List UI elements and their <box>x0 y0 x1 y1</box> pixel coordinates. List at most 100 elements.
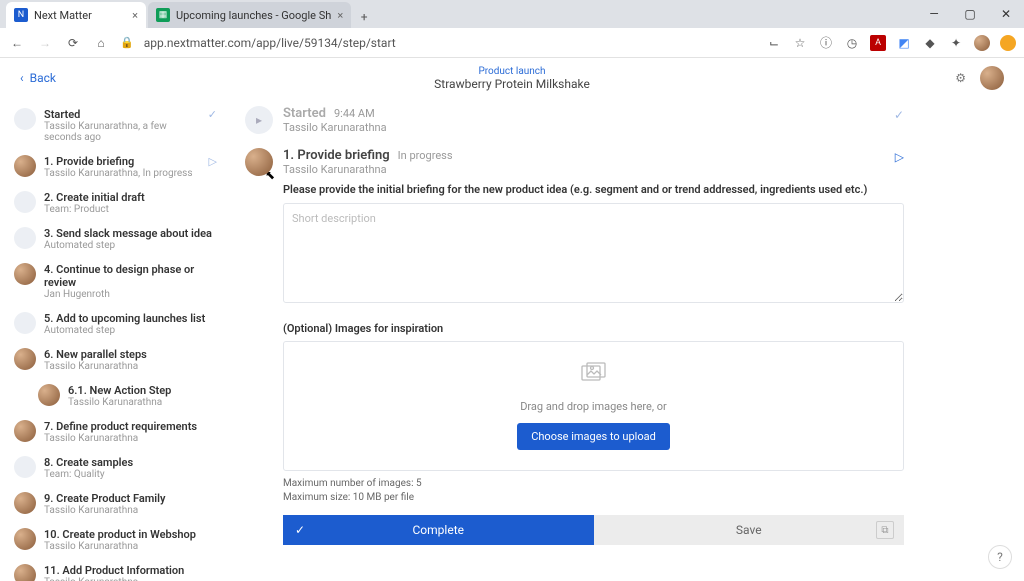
step-icon <box>14 227 36 249</box>
step-list: StartedTassilo Karunarathna, a few secon… <box>0 98 225 581</box>
close-icon[interactable]: × <box>132 9 138 22</box>
current-who: Tassilo Karunarathna <box>283 163 904 176</box>
current-title: 1. Provide briefing <box>283 148 390 163</box>
sidebar-step[interactable]: 10. Create product in WebshopTassilo Kar… <box>10 522 221 558</box>
assignee-avatar <box>14 528 36 550</box>
sidebar-step[interactable]: 6. New parallel stepsTassilo Karunarathn… <box>10 342 221 378</box>
new-tab-button[interactable]: + <box>353 6 375 28</box>
step-subtitle: Tassilo Karunarathna <box>44 541 217 552</box>
step-subtitle: Automated step <box>44 325 217 336</box>
step-title: 7. Define product requirements <box>44 420 217 433</box>
assignee-avatar <box>245 148 273 176</box>
step-title: 1. Provide briefing <box>44 155 201 168</box>
save-button[interactable]: Save ⧉ <box>594 515 905 545</box>
play-outline-icon: ▷ <box>209 155 217 168</box>
sidebar-step[interactable]: 7. Define product requirementsTassilo Ka… <box>10 414 221 450</box>
choose-images-button[interactable]: Choose images to upload <box>517 423 670 450</box>
step-title: 5. Add to upcoming launches list <box>44 312 217 325</box>
started-title: Started <box>283 106 326 121</box>
step-title: 10. Create product in Webshop <box>44 528 217 541</box>
dropzone-text: Drag and drop images here, or <box>520 400 667 413</box>
sidebar-step[interactable]: 11. Add Product InformationTassilo Karun… <box>10 558 221 581</box>
profile-icon[interactable] <box>974 35 990 51</box>
limit-count: Maximum number of images: 5 <box>283 477 904 491</box>
sidebar-step[interactable]: 8. Create samplesTeam: Quality <box>10 450 221 486</box>
step-title: Started <box>44 108 200 121</box>
sidebar-step[interactable]: 4. Continue to design phase or reviewJan… <box>10 257 221 306</box>
sidebar-step[interactable]: 6.1. New Action StepTassilo Karunarathna <box>10 378 221 414</box>
step-title: 3. Send slack message about idea <box>44 227 217 240</box>
ext-icon[interactable]: ◆ <box>922 35 938 51</box>
play-icon: ▸ <box>245 106 273 134</box>
description-input[interactable] <box>283 203 904 303</box>
back-button[interactable]: ‹ Back <box>20 71 56 85</box>
step-subtitle: Automated step <box>44 240 217 251</box>
browser-titlebar: N Next Matter × ▦ Upcoming launches - Go… <box>0 0 1024 28</box>
key-icon[interactable]: ⌙ <box>766 35 782 51</box>
maximize-icon[interactable]: ▢ <box>952 0 988 28</box>
sidebar-step[interactable]: 5. Add to upcoming launches listAutomate… <box>10 306 221 342</box>
history-icon[interactable]: ⧉ <box>876 521 894 539</box>
url-text[interactable]: app.nextmatter.com/app/live/59134/step/s… <box>144 36 756 50</box>
complete-button[interactable]: ✓ Complete <box>283 515 594 545</box>
step-subtitle: Tassilo Karunarathna, In progress <box>44 168 201 179</box>
minimize-icon[interactable]: — <box>916 0 952 28</box>
close-window-icon[interactable]: ✕ <box>988 0 1024 28</box>
play-outline-icon[interactable]: ▷ <box>895 150 904 164</box>
close-icon[interactable]: × <box>337 9 343 22</box>
help-button[interactable]: ? <box>988 545 1012 569</box>
back-icon[interactable]: ← <box>8 36 26 50</box>
address-bar: ← → ⟳ ⌂ 🔒 app.nextmatter.com/app/live/59… <box>0 28 1024 58</box>
optional-label: (Optional) Images for inspiration <box>283 322 904 335</box>
sidebar-step[interactable]: 3. Send slack message about ideaAutomate… <box>10 221 221 257</box>
browser-tab-active[interactable]: N Next Matter × <box>6 2 146 28</box>
reload-icon[interactable]: ⟳ <box>64 36 82 50</box>
ext-icon[interactable] <box>1000 35 1016 51</box>
started-step: ▸ Started 9:44 AM Tassilo Karunarathna ✓ <box>245 102 904 144</box>
sidebar-step[interactable]: 2. Create initial draftTeam: Product <box>10 185 221 221</box>
info-icon[interactable]: ⓘ <box>818 35 834 51</box>
star-icon[interactable]: ☆ <box>792 35 808 51</box>
assignee-avatar <box>38 384 60 406</box>
gear-icon[interactable]: ⚙ <box>955 71 966 85</box>
save-label: Save <box>736 523 762 537</box>
step-subtitle: Team: Quality <box>44 469 217 480</box>
current-step: 1. Provide briefing In progress Tassilo … <box>245 144 904 555</box>
sidebar-step[interactable]: StartedTassilo Karunarathna, a few secon… <box>10 102 221 149</box>
check-icon: ✓ <box>894 108 904 122</box>
started-time: 9:44 AM <box>334 107 375 120</box>
step-subtitle: Jan Hugenroth <box>44 289 217 300</box>
images-icon <box>581 362 607 390</box>
assignee-avatar <box>14 263 36 285</box>
step-icon <box>14 456 36 478</box>
header-center: Product launch Strawberry Protein Milksh… <box>434 66 590 91</box>
upload-limits: Maximum number of images: 5 Maximum size… <box>283 477 904 505</box>
assignee-avatar <box>14 564 36 581</box>
sidebar-step[interactable]: 1. Provide briefingTassilo Karunarathna,… <box>10 149 221 185</box>
forward-icon[interactable]: → <box>36 36 54 50</box>
browser-tab-inactive[interactable]: ▦ Upcoming launches - Google Sh × <box>148 2 351 28</box>
process-name[interactable]: Product launch <box>434 66 590 77</box>
current-status: In progress <box>398 149 453 162</box>
check-icon: ✓ <box>295 523 305 537</box>
translate-icon[interactable]: ◩ <box>896 35 912 51</box>
complete-label: Complete <box>413 523 465 537</box>
step-subtitle: Tassilo Karunarathna <box>44 433 217 444</box>
assignee-avatar <box>14 420 36 442</box>
ext-icon[interactable]: A <box>870 35 886 51</box>
step-icon <box>14 312 36 334</box>
user-avatar[interactable] <box>980 66 1004 90</box>
puzzle-icon[interactable]: ✦ <box>948 35 964 51</box>
tab-title: Upcoming launches - Google Sh <box>176 9 331 22</box>
step-detail: ▸ Started 9:44 AM Tassilo Karunarathna ✓… <box>225 98 1024 581</box>
step-icon <box>14 108 36 130</box>
chevron-left-icon: ‹ <box>20 71 24 85</box>
sidebar-step[interactable]: 9. Create Product FamilyTassilo Karunara… <box>10 486 221 522</box>
clock-icon[interactable]: ◷ <box>844 35 860 51</box>
app-header: ‹ Back Product launch Strawberry Protein… <box>0 58 1024 98</box>
step-subtitle: Tassilo Karunarathna <box>68 397 217 408</box>
image-dropzone[interactable]: Drag and drop images here, or Choose ima… <box>283 341 904 471</box>
home-icon[interactable]: ⌂ <box>92 36 110 50</box>
assignee-avatar <box>14 348 36 370</box>
action-bar: ✓ Complete Save ⧉ <box>283 515 904 545</box>
